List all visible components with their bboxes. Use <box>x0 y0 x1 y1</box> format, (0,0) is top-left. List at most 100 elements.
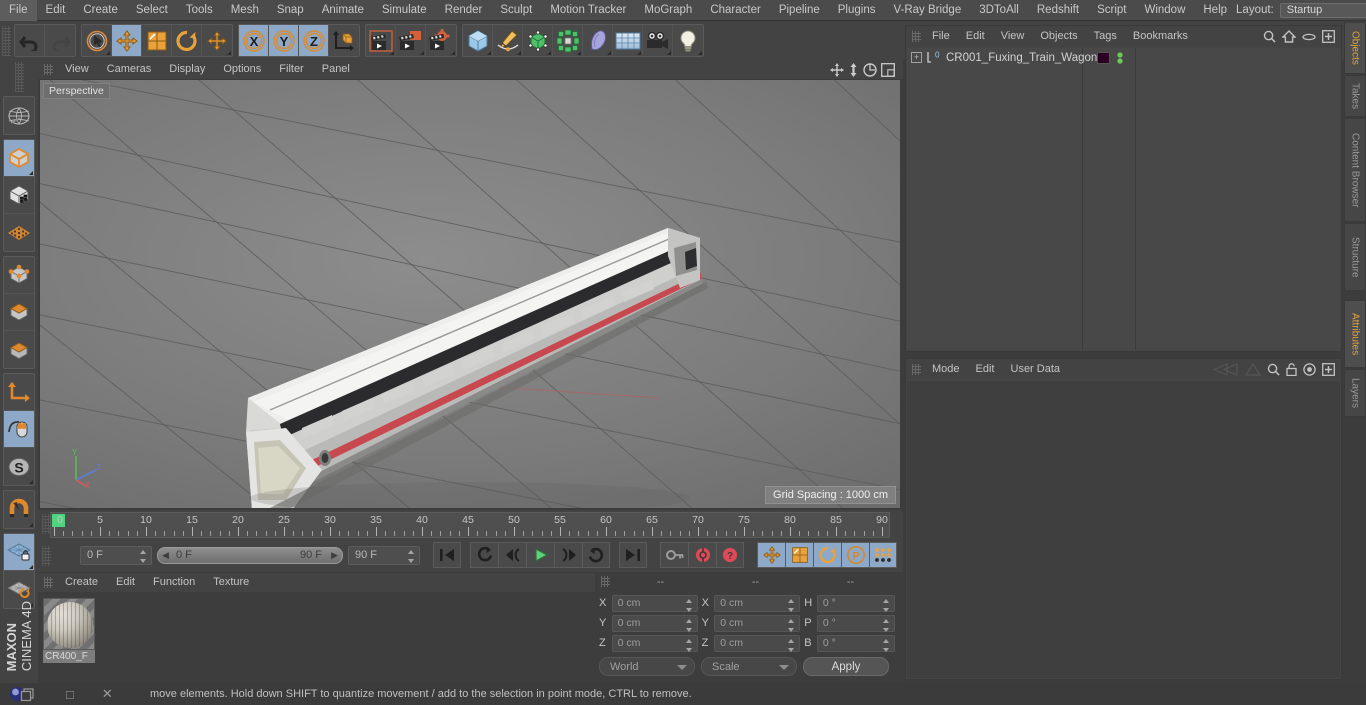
menu-item-window[interactable]: Window <box>1135 0 1194 21</box>
viewport-menu-options[interactable]: Options <box>214 60 270 79</box>
edges-mode-button[interactable] <box>4 294 34 331</box>
menu-item-animate[interactable]: Animate <box>313 0 373 21</box>
stepper-icon[interactable] <box>883 638 890 652</box>
menu-item-render[interactable]: Render <box>436 0 492 21</box>
range-left-arrow-icon[interactable]: ◀ <box>162 550 169 561</box>
play-forward-button[interactable] <box>526 542 554 568</box>
menu-item-edit[interactable]: Edit <box>37 0 75 21</box>
axis-z-button[interactable]: Z <box>299 25 329 56</box>
viewport-menu-view[interactable]: View <box>56 60 98 79</box>
close-icon[interactable]: ✕ <box>102 686 113 702</box>
scale-tool-button[interactable] <box>142 25 172 56</box>
perspective-viewport[interactable]: Perspective Grid Spacing : 1000 cm Y Z X <box>40 80 900 508</box>
move-alt-tool-button[interactable] <box>202 25 232 56</box>
stepper-icon[interactable] <box>408 549 415 563</box>
menu-item-select[interactable]: Select <box>127 0 177 21</box>
go-to-end-button[interactable] <box>619 542 647 568</box>
polygons-mode-button[interactable] <box>4 331 34 368</box>
menu-item-plugins[interactable]: Plugins <box>829 0 885 21</box>
stepper-icon[interactable] <box>140 549 147 563</box>
document-end-field[interactable]: 90 F <box>348 545 420 565</box>
menu-item-create[interactable]: Create <box>74 0 127 21</box>
key-position-button[interactable] <box>757 542 785 568</box>
live-selection-button[interactable] <box>82 25 112 56</box>
object-menu-file[interactable]: File <box>924 26 958 47</box>
coordinate-mode-dropdown[interactable]: Scale <box>701 657 797 676</box>
coord-field-rotation-b[interactable]: 0 ° <box>816 634 896 652</box>
attribute-menu-user-data[interactable]: User Data <box>1003 359 1069 380</box>
points-grid-button[interactable] <box>4 214 34 251</box>
menu-item-mograph[interactable]: MoGraph <box>635 0 701 21</box>
stepper-icon[interactable] <box>788 638 795 652</box>
apply-button[interactable]: Apply <box>803 657 889 676</box>
axis-x-button[interactable]: X <box>239 25 269 56</box>
search-icon[interactable] <box>1263 30 1276 43</box>
right-tab-attributes[interactable]: Attributes <box>1344 300 1366 368</box>
right-tab-structure[interactable]: Structure <box>1344 223 1366 291</box>
viewport-menu-filter[interactable]: Filter <box>270 60 312 79</box>
record-button[interactable] <box>688 542 716 568</box>
minimize-icon[interactable]: □ <box>66 687 74 702</box>
object-menu-bookmarks[interactable]: Bookmarks <box>1125 26 1196 47</box>
dolly-icon[interactable] <box>848 62 859 77</box>
timeline-ruler[interactable]: 0 5 10 15 20 25 30 35 40 45 50 55 60 65 70 75 80 85 90 <box>50 512 890 538</box>
object-menu-view[interactable]: View <box>993 26 1033 47</box>
next-frame-button[interactable] <box>554 542 582 568</box>
toolbar-grip[interactable] <box>2 25 11 56</box>
spline-pen-button[interactable] <box>493 25 523 56</box>
menu-item-simulate[interactable]: Simulate <box>373 0 436 21</box>
object-layer-color[interactable] <box>1097 52 1110 64</box>
menu-item-sculpt[interactable]: Sculpt <box>491 0 541 21</box>
key-pla-button[interactable] <box>869 542 897 568</box>
environment-button[interactable] <box>583 25 613 56</box>
light-button[interactable] <box>673 25 703 56</box>
viewport-grip[interactable] <box>44 64 53 75</box>
render-picture-viewer-button[interactable] <box>396 25 426 56</box>
points-mode-button[interactable] <box>4 257 34 294</box>
menu-item-3dtoall[interactable]: 3DToAll <box>970 0 1028 21</box>
c4d-app-icon[interactable] <box>8 686 38 702</box>
key-scale-button[interactable] <box>785 542 813 568</box>
viewport-solo-button[interactable] <box>4 411 34 448</box>
coord-field-rotation-h[interactable]: 0 ° <box>816 594 896 612</box>
menu-item-motion-tracker[interactable]: Motion Tracker <box>541 0 635 21</box>
add-icon[interactable] <box>1322 363 1335 376</box>
stepper-icon[interactable] <box>788 618 795 632</box>
layout-select[interactable]: Startup <box>1279 2 1366 18</box>
menu-item-file[interactable]: File <box>0 0 37 21</box>
texture-mode-button[interactable] <box>4 177 34 214</box>
current-frame-field[interactable]: 0 F <box>80 545 152 565</box>
object-menu-tags[interactable]: Tags <box>1086 26 1125 47</box>
coord-field-rotation-p[interactable]: 0 ° <box>816 614 896 632</box>
move-tool-button[interactable] <box>112 25 142 56</box>
floor-button[interactable] <box>613 25 643 56</box>
stepper-icon[interactable] <box>685 618 693 632</box>
go-to-start-button[interactable] <box>433 542 461 568</box>
keyframe-selection-button[interactable]: ? <box>716 542 744 568</box>
maximize-icon[interactable] <box>881 62 895 77</box>
expand-toggle-icon[interactable]: + <box>911 52 922 63</box>
stepper-icon[interactable] <box>685 598 693 612</box>
material-grip[interactable] <box>44 577 53 588</box>
object-visibility-dots[interactable] <box>1116 51 1124 65</box>
left-toolbar-grip[interactable] <box>14 62 24 92</box>
menu-item-snap[interactable]: Snap <box>268 0 313 21</box>
material-menu-function[interactable]: Function <box>144 573 204 592</box>
coord-field-size-x[interactable]: 0 cm <box>714 594 801 612</box>
range-right-arrow-icon[interactable]: ▶ <box>331 550 338 561</box>
render-view-button[interactable] <box>366 25 396 56</box>
stepper-icon[interactable] <box>788 598 795 612</box>
search-icon[interactable] <box>1267 363 1280 376</box>
rotate-tool-button[interactable] <box>172 25 202 56</box>
coord-field-size-z[interactable]: 0 cm <box>714 634 801 652</box>
key-rotation-button[interactable] <box>813 542 841 568</box>
material-menu-edit[interactable]: Edit <box>107 573 144 592</box>
material-menu-create[interactable]: Create <box>56 573 107 592</box>
previous-frame-button[interactable] <box>498 542 526 568</box>
stepper-icon[interactable] <box>685 638 693 652</box>
coordinate-system-dropdown[interactable]: World <box>599 657 695 676</box>
redo-button[interactable] <box>45 25 75 56</box>
home-icon[interactable] <box>1282 30 1296 43</box>
stepper-icon[interactable] <box>883 618 890 632</box>
object-tree-row[interactable]: + 0 CR001_Fuxing_Train_Wagon <box>907 48 1340 67</box>
